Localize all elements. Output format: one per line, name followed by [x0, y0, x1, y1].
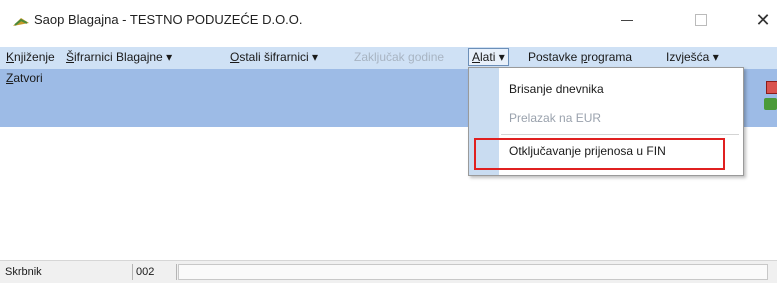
menu-knjizenje[interactable]: Knjiženje — [6, 50, 55, 64]
window-title: Saop Blagajna - TESTNO PODUZEĆE D.O.O. — [34, 12, 303, 27]
menu-izvjesca[interactable]: Izvješća ▾ — [666, 50, 719, 64]
minimize-icon[interactable] — [612, 10, 642, 30]
chevron-down-icon: ▾ — [498, 50, 505, 64]
app-icon — [13, 18, 29, 26]
chevron-down-icon: ▾ — [312, 50, 319, 64]
status-divider — [132, 264, 133, 280]
status-bar: Skrbnik 002 — [0, 260, 777, 283]
menu-alati[interactable]: Alati ▾ — [468, 48, 509, 66]
menu-item-brisanje-dnevnika[interactable]: Brisanje dnevnika — [509, 82, 604, 96]
chevron-down-icon: ▾ — [166, 50, 173, 64]
menu-bar: Knjiženje Šifrarnici Blagajne ▾ Ostali š… — [0, 47, 777, 69]
toolbar-export-icon[interactable] — [764, 98, 777, 110]
title-bar: Saop Blagajna - TESTNO PODUZEĆE D.O.O. ✕ — [0, 0, 777, 40]
toolbar-delete-icon[interactable] — [766, 81, 777, 94]
status-message — [178, 264, 768, 280]
menu-item-prelazak-na-eur: Prelazak na EUR — [509, 111, 602, 125]
status-code: 002 — [136, 266, 155, 278]
chevron-down-icon: ▾ — [712, 50, 719, 64]
maximize-icon[interactable] — [685, 10, 715, 30]
close-icon[interactable]: ✕ — [748, 10, 777, 30]
menu-separator — [501, 134, 739, 135]
status-divider — [176, 264, 177, 280]
menu-sifrarnici-blagajne[interactable]: Šifrarnici Blagajne ▾ — [66, 50, 172, 64]
menu-postavke-programa[interactable]: Postavke programa — [528, 50, 632, 64]
menu-ostali-sifrarnici[interactable]: Ostali šifrarnici ▾ — [230, 50, 318, 64]
zatvori-button[interactable]: Zatvori — [6, 71, 43, 85]
status-user: Skrbnik — [5, 266, 42, 278]
menu-zakljucak-godine: Zaključak godine — [354, 50, 445, 64]
highlight-box — [474, 138, 725, 170]
